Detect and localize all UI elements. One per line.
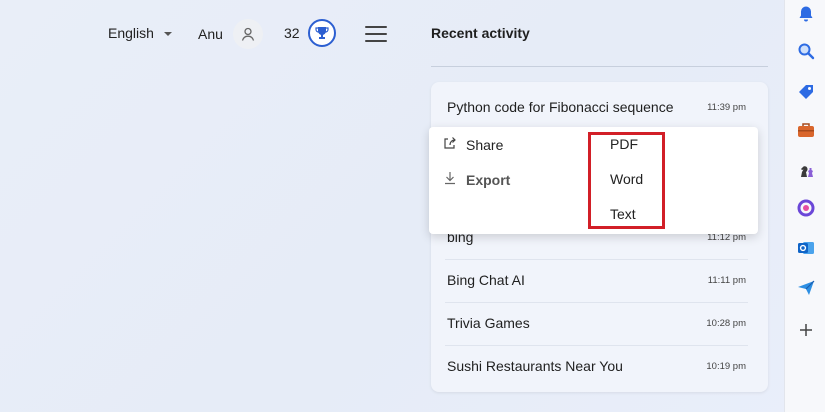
plus-icon[interactable] (796, 320, 816, 340)
list-item[interactable]: Bing Chat AI 11:11 pm (431, 259, 768, 301)
item-time: 11:11 pm (707, 274, 746, 286)
export-text-option[interactable]: Text (610, 206, 636, 222)
item-title: Trivia Games (447, 315, 530, 331)
share-icon (443, 136, 457, 153)
avatar-icon (232, 19, 263, 49)
share-menu-item[interactable]: Share (443, 136, 503, 153)
points-count: 32 (284, 25, 300, 41)
export-label: Export (466, 171, 511, 188)
language-selector[interactable]: English (108, 25, 172, 41)
outlook-icon[interactable] (796, 238, 816, 258)
item-time: 10:28 pm (706, 317, 746, 329)
send-icon[interactable] (796, 278, 816, 298)
export-word-option[interactable]: Word (610, 171, 643, 187)
item-time: 11:39 pm (707, 101, 746, 113)
tag-icon[interactable] (796, 82, 816, 102)
download-icon (443, 171, 457, 188)
rewards-points[interactable]: 32 (284, 19, 336, 47)
trophy-icon (307, 19, 336, 47)
caret-down-icon (163, 32, 172, 36)
item-time: 10:19 pm (706, 360, 746, 372)
briefcase-icon[interactable] (796, 120, 816, 140)
user-name: Anu (198, 26, 223, 42)
bell-icon[interactable] (796, 4, 816, 24)
export-menu-item[interactable]: Export (443, 171, 510, 188)
export-pdf-option[interactable]: PDF (610, 136, 638, 152)
sidebar (784, 0, 825, 412)
divider (431, 66, 768, 67)
office-icon[interactable] (796, 198, 816, 218)
menu-icon[interactable] (365, 26, 387, 42)
context-menu: Share Export PDF Word Text (429, 127, 758, 234)
search-icon[interactable] (796, 41, 816, 61)
recent-activity-title: Recent activity (431, 25, 530, 41)
chess-icon[interactable] (796, 160, 816, 180)
item-title: Sushi Restaurants Near You (447, 358, 623, 374)
list-item[interactable]: Python code for Fibonacci sequence 11:39… (431, 86, 768, 128)
share-label: Share (466, 136, 504, 153)
item-title: Python code for Fibonacci sequence (447, 99, 674, 115)
user-profile[interactable]: Anu (198, 19, 263, 49)
item-title: Bing Chat AI (447, 272, 525, 288)
language-label: English (108, 25, 154, 41)
list-item[interactable]: Sushi Restaurants Near You 10:19 pm (431, 345, 768, 387)
list-item[interactable]: Trivia Games 10:28 pm (431, 302, 768, 344)
